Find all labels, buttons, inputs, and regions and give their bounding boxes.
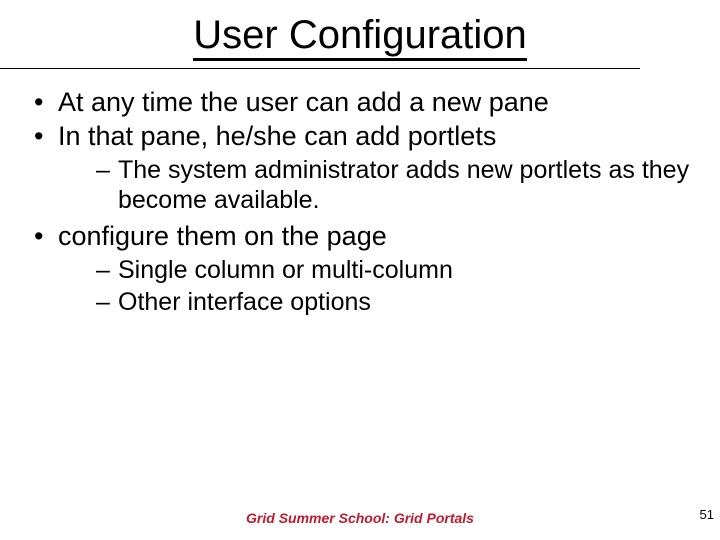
bullet-item: At any time the user can add a new pane bbox=[30, 87, 700, 119]
slide-body: At any time the user can add a new pane … bbox=[20, 87, 700, 317]
title-wrap: User Configuration bbox=[20, 14, 700, 61]
slide: User Configuration At any time the user … bbox=[0, 0, 720, 540]
bullet-text: At any time the user can add a new pane bbox=[58, 87, 549, 117]
bullet-item: configure them on the page Single column… bbox=[30, 221, 700, 317]
bullet-item: In that pane, he/she can add portlets Th… bbox=[30, 121, 700, 215]
sub-item: Other interface options bbox=[96, 287, 700, 317]
sub-text: Single column or multi-column bbox=[118, 256, 453, 284]
title-underline-thin bbox=[0, 68, 640, 69]
sub-item: The system administrator adds new portle… bbox=[96, 155, 700, 215]
slide-title: User Configuration bbox=[193, 14, 527, 61]
bullet-list: At any time the user can add a new pane … bbox=[30, 87, 700, 317]
sub-item: Single column or multi-column bbox=[96, 255, 700, 285]
sub-text: The system administrator adds new portle… bbox=[118, 156, 689, 214]
sub-text: Other interface options bbox=[118, 288, 371, 316]
bullet-text: In that pane, he/she can add portlets bbox=[58, 121, 496, 151]
page-number: 51 bbox=[700, 507, 714, 522]
sub-list: The system administrator adds new portle… bbox=[96, 155, 700, 215]
sub-list: Single column or multi-column Other inte… bbox=[96, 255, 700, 317]
bullet-text: configure them on the page bbox=[58, 221, 387, 251]
slide-footer: Grid Summer School: Grid Portals bbox=[0, 510, 720, 526]
